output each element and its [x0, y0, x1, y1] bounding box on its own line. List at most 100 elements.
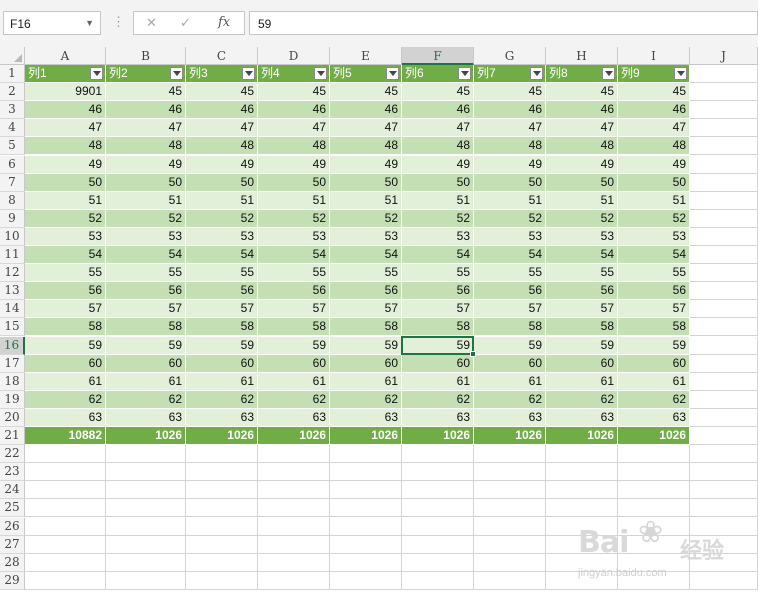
cell[interactable] [690, 300, 758, 319]
table-cell[interactable]: 58 [618, 318, 690, 337]
row-header-9[interactable]: 9 [0, 209, 25, 228]
cell[interactable] [402, 517, 474, 536]
select-all-corner[interactable] [0, 47, 25, 65]
table-cell[interactable]: 49 [106, 155, 186, 174]
table-cell[interactable]: 49 [186, 155, 258, 174]
table-cell[interactable]: 59 [186, 336, 258, 355]
table-cell-value[interactable]: 62 [385, 392, 398, 406]
table-cell[interactable]: 56 [546, 282, 618, 301]
table-cell-value[interactable]: 59 [169, 338, 182, 352]
more-dots-icon[interactable]: ⋮ [112, 14, 125, 30]
cell[interactable] [258, 445, 330, 464]
cell[interactable] [258, 481, 330, 500]
table-cell-value[interactable]: 58 [673, 319, 686, 333]
table-cell[interactable]: 54 [186, 246, 258, 265]
cell[interactable] [106, 553, 186, 572]
table-cell-value[interactable]: 54 [89, 247, 102, 261]
table-cell[interactable]: 58 [25, 318, 106, 337]
row-header-12[interactable]: 12 [0, 264, 25, 283]
table-cell[interactable]: 53 [258, 227, 330, 246]
table-cell[interactable]: 58 [186, 318, 258, 337]
table-cell[interactable]: 59 [106, 336, 186, 355]
table-cell[interactable]: 51 [546, 191, 618, 210]
total-cell-value[interactable]: 10882 [69, 428, 102, 442]
table-cell-value[interactable]: 57 [169, 301, 182, 315]
table-cell-value[interactable]: 54 [169, 247, 182, 261]
table-cell[interactable]: 62 [330, 390, 402, 409]
table-cell[interactable]: 59 [546, 336, 618, 355]
table-cell-value[interactable]: 49 [89, 157, 102, 171]
table-cell-value[interactable]: 49 [673, 157, 686, 171]
table-cell-value[interactable]: 63 [457, 410, 470, 424]
table-cell-value[interactable]: 45 [529, 84, 542, 98]
table-cell[interactable]: 56 [258, 282, 330, 301]
table-cell-value[interactable]: 48 [169, 138, 182, 152]
table-cell[interactable]: 48 [474, 137, 546, 156]
table-cell-value[interactable]: 62 [457, 392, 470, 406]
table-cell[interactable]: 53 [25, 227, 106, 246]
table-cell-value[interactable]: 48 [313, 138, 326, 152]
table-cell[interactable]: 56 [402, 282, 474, 301]
column-header-i[interactable]: I [618, 47, 690, 65]
row-header-21[interactable]: 21 [0, 427, 25, 446]
enter-icon[interactable]: ✓ [180, 15, 191, 31]
table-cell[interactable]: 58 [402, 318, 474, 337]
cell[interactable] [186, 553, 258, 572]
chevron-down-icon[interactable]: ▼ [85, 18, 94, 28]
table-cell[interactable]: 45 [618, 83, 690, 102]
table-header-cell-value[interactable]: 列7 [477, 66, 496, 80]
table-cell-value[interactable]: 57 [673, 301, 686, 315]
table-cell[interactable]: 54 [106, 246, 186, 265]
table-cell-value[interactable]: 51 [601, 193, 614, 207]
table-header-cell[interactable]: 列7 [474, 65, 546, 84]
cell[interactable] [402, 481, 474, 500]
table-cell[interactable]: 58 [106, 318, 186, 337]
table-cell-value[interactable]: 63 [169, 410, 182, 424]
table-header-cell-value[interactable]: 列2 [109, 66, 128, 80]
table-header-cell[interactable]: 列4 [258, 65, 330, 84]
table-cell[interactable]: 52 [330, 209, 402, 228]
table-cell[interactable]: 62 [106, 390, 186, 409]
table-cell-value[interactable]: 53 [529, 229, 542, 243]
table-cell[interactable]: 62 [258, 390, 330, 409]
table-cell[interactable]: 55 [402, 264, 474, 283]
cell[interactable] [690, 173, 758, 192]
table-cell-value[interactable]: 53 [601, 229, 614, 243]
table-cell[interactable]: 50 [186, 173, 258, 192]
table-cell[interactable]: 56 [330, 282, 402, 301]
table-cell-value[interactable]: 58 [313, 319, 326, 333]
table-cell-value[interactable]: 47 [673, 120, 686, 134]
table-cell-value[interactable]: 63 [601, 410, 614, 424]
row-header-10[interactable]: 10 [0, 227, 25, 246]
table-cell-value[interactable]: 56 [241, 283, 254, 297]
table-cell-value[interactable]: 60 [241, 356, 254, 370]
table-cell[interactable]: 60 [25, 354, 106, 373]
table-cell-value[interactable]: 49 [313, 157, 326, 171]
table-cell[interactable]: 59 [402, 336, 474, 355]
cell[interactable] [106, 535, 186, 554]
table-cell-value[interactable]: 54 [385, 247, 398, 261]
table-cell[interactable]: 55 [186, 264, 258, 283]
table-cell[interactable]: 57 [474, 300, 546, 319]
table-cell[interactable]: 53 [618, 227, 690, 246]
table-cell[interactable]: 53 [474, 227, 546, 246]
table-cell[interactable]: 63 [474, 408, 546, 427]
table-header-cell[interactable]: 列5 [330, 65, 402, 84]
table-cell-value[interactable]: 48 [385, 138, 398, 152]
total-cell[interactable]: 1026 [546, 427, 618, 446]
table-cell[interactable]: 49 [25, 155, 106, 174]
column-header-f[interactable]: F [402, 47, 474, 65]
cell[interactable] [690, 463, 758, 482]
table-cell-value[interactable]: 47 [385, 120, 398, 134]
table-cell[interactable]: 52 [25, 209, 106, 228]
table-cell-value[interactable]: 56 [313, 283, 326, 297]
table-cell-value[interactable]: 57 [241, 301, 254, 315]
cell[interactable] [330, 535, 402, 554]
table-cell[interactable]: 57 [546, 300, 618, 319]
cell[interactable] [690, 408, 758, 427]
cell[interactable] [186, 517, 258, 536]
table-cell[interactable]: 52 [106, 209, 186, 228]
table-cell[interactable]: 58 [258, 318, 330, 337]
table-header-cell-value[interactable]: 列5 [333, 66, 352, 80]
cell[interactable] [690, 318, 758, 337]
